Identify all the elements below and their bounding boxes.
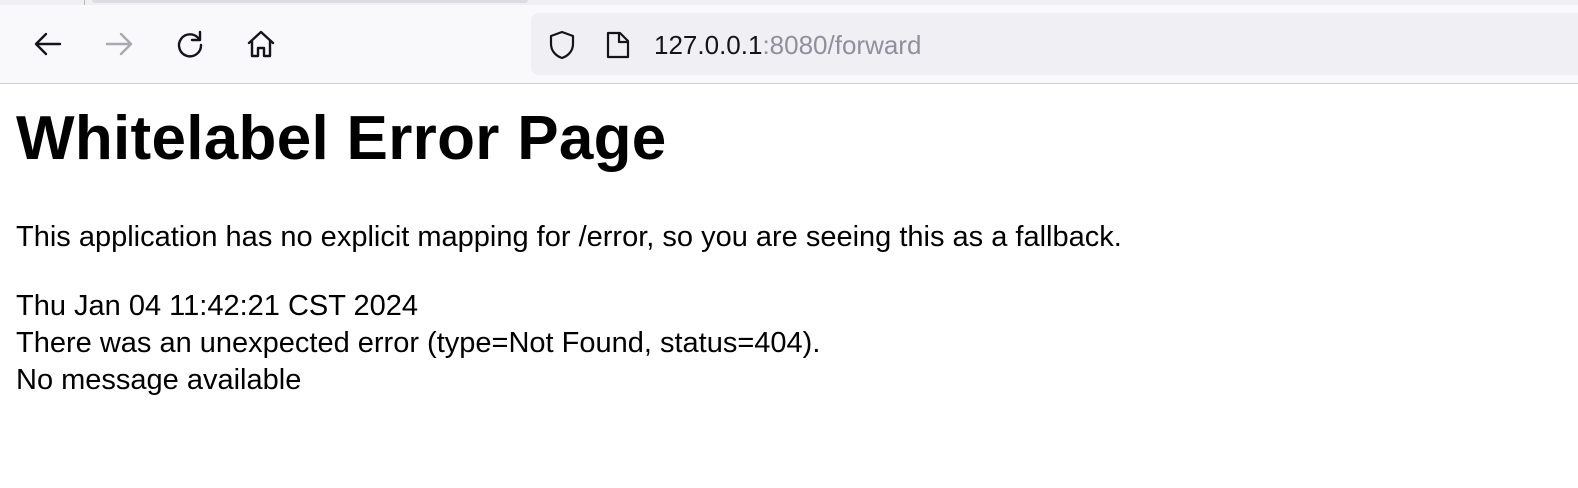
arrow-right-icon	[103, 28, 135, 60]
home-button[interactable]	[239, 22, 283, 66]
url-path: :8080/forward	[762, 30, 922, 60]
page-icon[interactable]	[601, 28, 635, 62]
fallback-message: This application has no explicit mapping…	[16, 221, 1122, 253]
page-content: Whitelabel Error Page This application h…	[16, 84, 1556, 399]
back-button[interactable]	[26, 22, 70, 66]
tab-separator	[84, 0, 85, 5]
error-description: There was an unexpected error (type=Not …	[16, 327, 821, 359]
home-icon	[245, 28, 277, 60]
reload-icon	[174, 28, 206, 60]
reload-button[interactable]	[168, 22, 212, 66]
address-bar[interactable]: 127.0.0.1:8080/forward	[531, 13, 1578, 75]
page-title: Whitelabel Error Page	[16, 104, 667, 173]
url-text[interactable]: 127.0.0.1:8080/forward	[654, 29, 921, 61]
url-host: 127.0.0.1	[654, 30, 763, 60]
active-tab[interactable]	[92, 0, 528, 3]
tab-strip	[0, 0, 1578, 5]
error-detail-message: No message available	[16, 364, 302, 396]
error-timestamp: Thu Jan 04 11:42:21 CST 2024	[16, 290, 418, 322]
shield-icon[interactable]	[545, 28, 579, 62]
forward-button[interactable]	[97, 22, 141, 66]
arrow-left-icon	[32, 28, 64, 60]
browser-toolbar: 127.0.0.1:8080/forward	[0, 0, 1578, 84]
